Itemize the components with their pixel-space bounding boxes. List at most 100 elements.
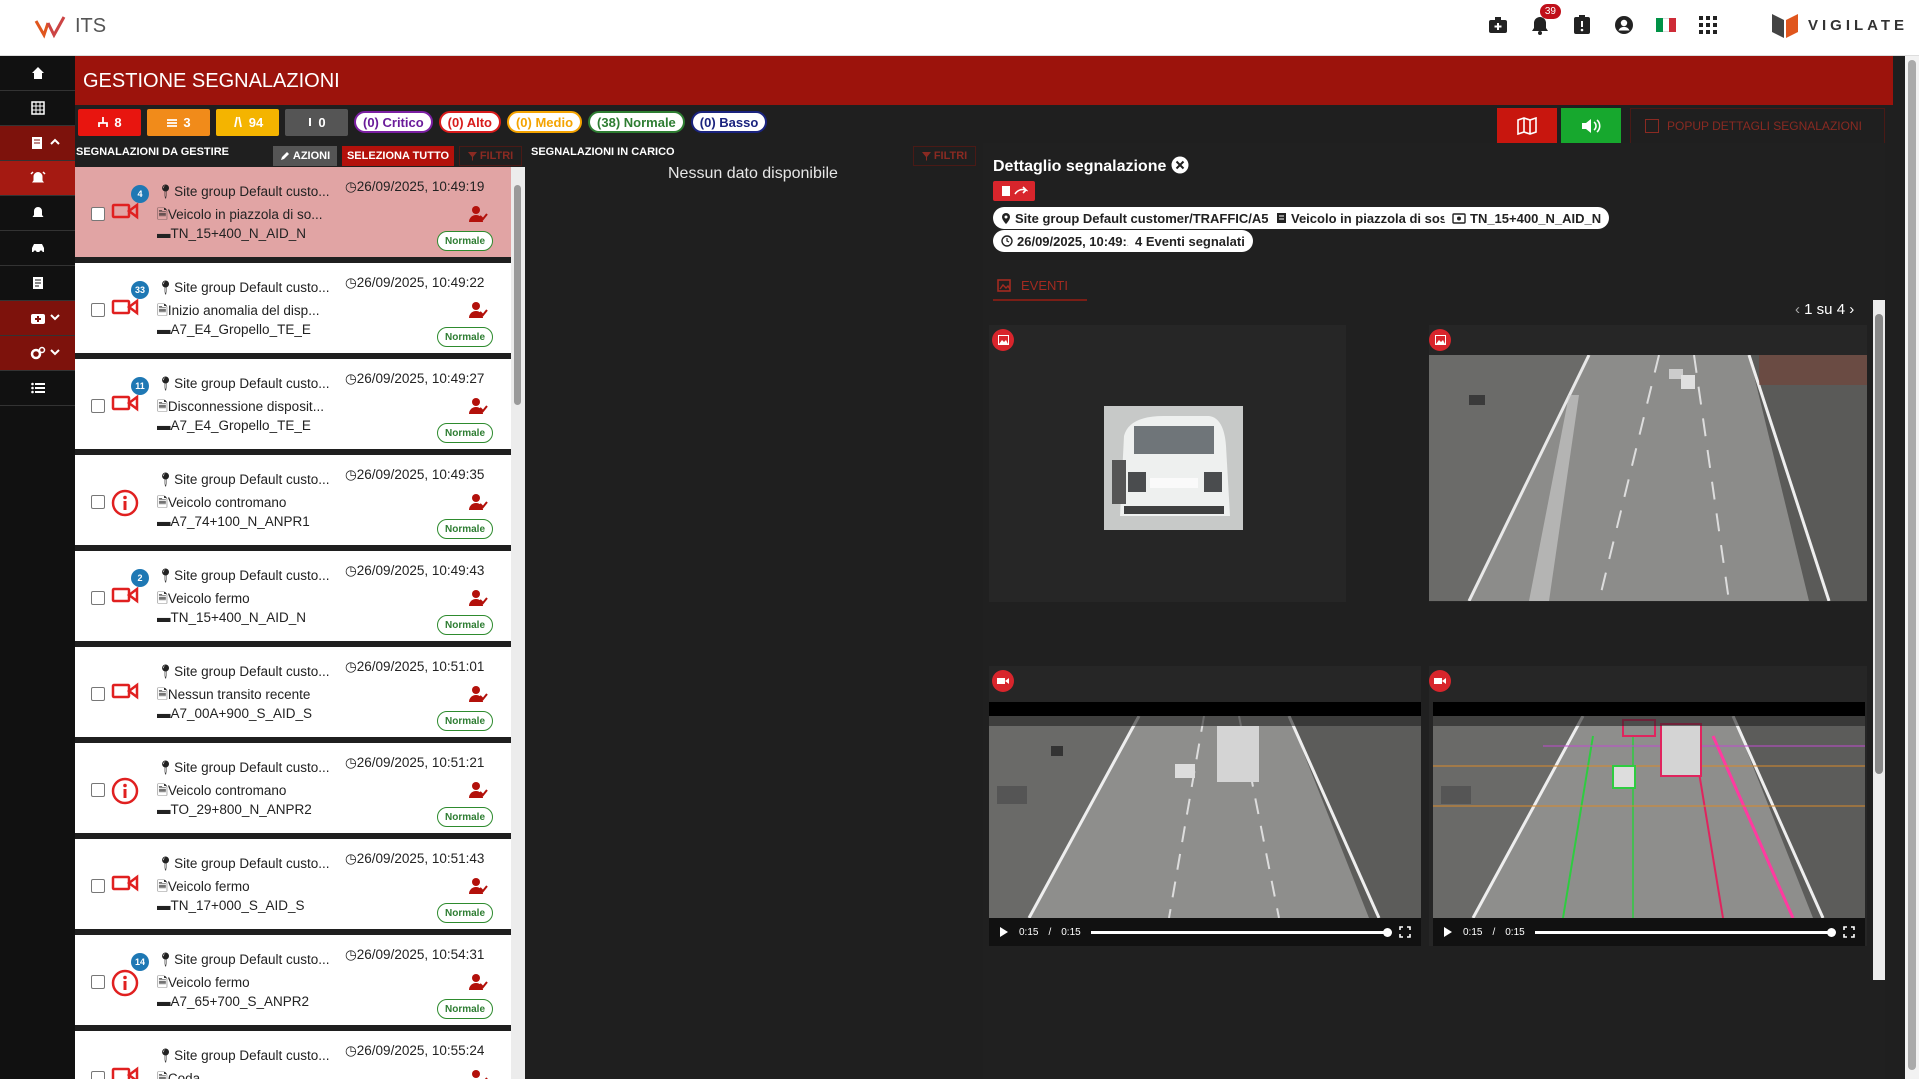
alert-checkbox[interactable]: [91, 303, 105, 317]
priority-badge: Normale: [437, 999, 493, 1019]
alert-list-scroll-thumb[interactable]: [514, 185, 521, 405]
alert-checkbox[interactable]: [91, 687, 105, 701]
assign-user-icon[interactable]: [468, 205, 488, 228]
sidebar-item-home[interactable]: [0, 56, 75, 91]
alert-card[interactable]: 📍︎Site group Default custo... 🗎Veicolo co…: [75, 455, 511, 548]
filter-critico[interactable]: (0) Critico: [354, 111, 433, 133]
user-account-icon[interactable]: [1613, 14, 1635, 36]
filter-normale[interactable]: (38) Normale: [588, 111, 685, 133]
alert-card[interactable]: 14 📍︎Site group Default custo... 🗎Veicolo …: [75, 935, 511, 1028]
event-image-tile[interactable]: [989, 325, 1346, 602]
filter-alto[interactable]: (0) Alto: [438, 111, 501, 133]
alert-checkbox[interactable]: [91, 495, 105, 509]
alert-event: 🗎Veicolo fermo: [157, 591, 250, 606]
assign-user-icon[interactable]: [468, 781, 488, 804]
sidebar-item-settings[interactable]: [0, 336, 75, 371]
alert-card[interactable]: 📍︎Site group Default custo... 🗎Coda ◷26/09…: [75, 1031, 511, 1079]
pager-prev-icon[interactable]: ‹: [1795, 301, 1800, 318]
critical-counter[interactable]: 8: [78, 108, 141, 136]
alert-card[interactable]: 33 📍︎Site group Default custo... 🗎Inizio a…: [75, 263, 511, 356]
medium-counter[interactable]: 94: [216, 108, 279, 136]
car-icon: [31, 244, 44, 254]
sidebar-item-emergency[interactable]: [0, 301, 75, 336]
alert-card[interactable]: 📍︎Site group Default custo... 🗎Veicolo co…: [75, 743, 511, 836]
alert-checkbox[interactable]: [91, 975, 105, 989]
video-controls: 0:15 / 0:15: [1433, 918, 1865, 946]
alert-card[interactable]: 2 📍︎Site group Default custo... 🗎Veicolo f…: [75, 551, 511, 644]
sidebar-item-list[interactable]: [0, 371, 75, 406]
alert-list-scrollbar[interactable]: [511, 167, 525, 1079]
alert-checkbox[interactable]: [91, 399, 105, 413]
high-counter[interactable]: 3: [147, 108, 210, 136]
assign-user-icon[interactable]: [468, 877, 488, 900]
alert-card[interactable]: 📍︎Site group Default custo... 🗎Veicolo fe…: [75, 839, 511, 932]
play-icon[interactable]: [999, 926, 1009, 938]
alert-event: 🗎Coda: [157, 1069, 200, 1079]
bell-icon: [32, 207, 43, 217]
video-player[interactable]: 0:15 / 0:15: [1433, 702, 1865, 946]
ambulance-icon[interactable]: [1487, 14, 1509, 36]
apps-grid-icon[interactable]: [1697, 14, 1719, 36]
assign-user-icon[interactable]: [468, 973, 488, 996]
close-icon[interactable]: [1171, 156, 1189, 174]
alert-checkbox[interactable]: [91, 783, 105, 797]
alert-checkbox[interactable]: [91, 879, 105, 893]
actions-button[interactable]: AZIONI: [273, 146, 337, 166]
italian-flag-icon[interactable]: [1655, 14, 1677, 36]
alert-card[interactable]: 11 📍︎Site group Default custo... 🗎Disconne…: [75, 359, 511, 452]
sound-toggle-button[interactable]: [1561, 108, 1621, 144]
tab-events[interactable]: EVENTI: [993, 271, 1087, 301]
map-button[interactable]: [1497, 108, 1557, 144]
event-video-tile[interactable]: 0:15 / 0:15: [989, 666, 1421, 946]
fullscreen-icon[interactable]: [1399, 926, 1411, 938]
detail-scrollbar[interactable]: [1873, 300, 1885, 980]
event-image-tile[interactable]: [1429, 325, 1867, 602]
sidebar-item-reports[interactable]: [0, 126, 75, 161]
alert-card[interactable]: 📍︎Site group Default custo... 🗎Nessun tra…: [75, 647, 511, 740]
sidebar-item-alarms[interactable]: [0, 161, 75, 196]
sidebar-item-grid[interactable]: [0, 91, 75, 126]
image-icon: [1429, 329, 1451, 351]
assign-user-icon[interactable]: [468, 589, 488, 612]
sidebar-item-notifications[interactable]: [0, 196, 75, 231]
assign-user-icon[interactable]: [468, 493, 488, 516]
assign-user-icon[interactable]: [468, 685, 488, 708]
assign-user-icon[interactable]: [468, 397, 488, 420]
pager-next-icon[interactable]: ›: [1849, 301, 1854, 318]
alert-clipboard-icon[interactable]: [1571, 14, 1593, 36]
page-scroll-thumb[interactable]: [1908, 60, 1916, 1070]
page-scrollbar[interactable]: [1905, 56, 1919, 1079]
sidebar-item-documents[interactable]: [0, 266, 75, 301]
filter-basso[interactable]: (0) Basso: [690, 111, 768, 133]
popup-details-checkbox[interactable]: [1645, 119, 1659, 133]
notifications-bell-icon[interactable]: 39: [1529, 4, 1561, 36]
stack-icon: [167, 119, 178, 127]
left-filters-button[interactable]: FILTRI: [459, 146, 522, 166]
play-icon[interactable]: [1443, 926, 1453, 938]
zero-counter[interactable]: 0: [285, 108, 348, 136]
video-seek-bar[interactable]: [1090, 927, 1393, 937]
sidebar-item-vehicles[interactable]: [0, 231, 75, 266]
event-video-tile[interactable]: 0:15 / 0:15: [1429, 666, 1867, 946]
video-player[interactable]: 0:15 / 0:15: [989, 702, 1421, 946]
location-pin-icon: 📍︎: [157, 856, 175, 871]
forward-alert-button[interactable]: [993, 181, 1035, 201]
popup-details-toggle[interactable]: POPUP DETTAGLI SEGNALAZIONI: [1630, 108, 1885, 144]
document-icon: 🗎: [157, 399, 168, 414]
alert-date: ◷26/09/2025, 10:51:01: [345, 659, 485, 674]
middle-filters-button[interactable]: FILTRI: [913, 146, 976, 166]
video-seek-bar[interactable]: [1534, 927, 1837, 937]
fullscreen-icon[interactable]: [1843, 926, 1855, 938]
video-time: 0:15: [1463, 926, 1483, 938]
device-icon: ▬: [157, 898, 171, 913]
assign-user-icon[interactable]: [468, 301, 488, 324]
assign-user-icon[interactable]: [468, 1069, 488, 1079]
filter-medio[interactable]: (0) Medio: [506, 111, 583, 133]
alert-checkbox[interactable]: [91, 591, 105, 605]
select-all-button[interactable]: SELEZIONA TUTTO: [342, 146, 454, 166]
detail-scroll-thumb[interactable]: [1875, 314, 1883, 774]
alert-checkbox[interactable]: [91, 207, 105, 221]
alert-checkbox[interactable]: [91, 1071, 105, 1079]
alert-card[interactable]: 4 📍︎Site group Default custo... 🗎Veicolo i…: [75, 167, 511, 260]
alert-device: ▬A7_E4_Gropello_TE_E: [157, 418, 311, 433]
